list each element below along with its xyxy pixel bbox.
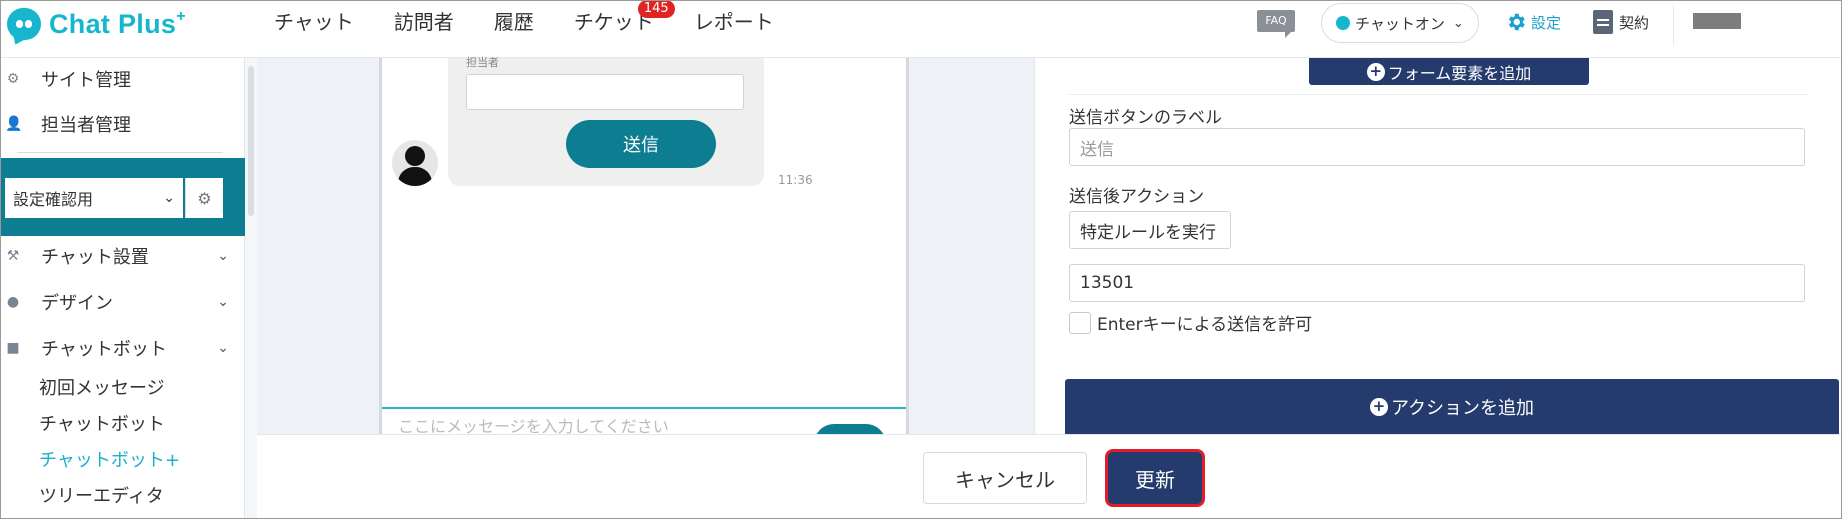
chevron-down-icon: ⌄ <box>217 248 229 264</box>
after-send-action-select[interactable]: 特定ルールを実行 <box>1069 211 1231 249</box>
top-header: Chat Plus+ チャット 訪問者 履歴 チケット 145 レポート FAQ … <box>1 1 1841 58</box>
sidebar-item-staff-management[interactable]: 👤 担当者管理 <box>1 104 241 144</box>
palette-icon: ● <box>6 294 20 310</box>
after-send-action-title: 送信後アクション <box>1069 187 1205 207</box>
sidebar-subitem-chatbot[interactable]: チャットボット <box>39 410 165 436</box>
avatar <box>392 140 438 186</box>
logo[interactable]: Chat Plus+ <box>7 7 186 41</box>
cancel-button[interactable]: キャンセル <box>923 452 1087 504</box>
send-button-label-title: 送信ボタンのラベル <box>1069 108 1222 128</box>
sidebar-item-site-management[interactable]: ⚙ サイト管理 <box>1 59 241 99</box>
logo-text: Chat Plus+ <box>49 8 186 39</box>
rule-id-input[interactable]: 13501 <box>1069 264 1805 302</box>
send-button-label-input[interactable]: 送信 <box>1069 128 1805 166</box>
chevron-down-icon: ⌄ <box>163 190 175 206</box>
sidebar-divider <box>17 152 223 153</box>
header-divider <box>1673 5 1674 45</box>
app-window: Chat Plus+ チャット 訪問者 履歴 チケット 145 レポート FAQ … <box>0 0 1842 519</box>
user-account-menu[interactable] <box>1693 13 1741 29</box>
sidebar-item-design[interactable]: ● デザイン ⌄ <box>1 282 241 322</box>
plus-icon: + <box>1369 397 1388 416</box>
gear-icon <box>1508 13 1525 31</box>
site-settings-gear-icon[interactable]: ⚙ <box>185 178 223 218</box>
sidebar-item-chat-install[interactable]: ⚒ チャット設置 ⌄ <box>1 236 241 276</box>
preview-send-button[interactable]: 送信 <box>566 120 716 168</box>
footer-bar: キャンセル 更新 <box>257 434 1841 518</box>
main-nav: チャット 訪問者 履歴 チケット 145 レポート <box>274 1 814 36</box>
document-icon <box>1593 10 1613 34</box>
field-label: 担当者 <box>466 56 499 69</box>
sidebar-scrollbar[interactable] <box>245 58 257 518</box>
sidebar-item-chatbot[interactable]: ■ チャットボット ⌄ <box>1 328 241 368</box>
faq-icon[interactable]: FAQ <box>1257 10 1295 38</box>
plus-icon: + <box>1366 62 1385 81</box>
chat-status-select[interactable]: チャットオン ⌄ <box>1321 3 1479 43</box>
chevron-down-icon: ⌄ <box>217 340 229 356</box>
chevron-down-icon: ⌄ <box>217 294 229 310</box>
site-selector-band: 設定確認用 ⌄ ⚙ <box>1 158 245 236</box>
sidebar-subitem-tree-editor[interactable]: ツリーエディタ <box>39 482 164 508</box>
ticket-count-badge: 145 <box>637 1 675 18</box>
form-divider <box>1069 94 1809 95</box>
sidebar-subitem-first-message[interactable]: 初回メッセージ <box>39 374 165 400</box>
enter-key-option[interactable]: Enterキーによる送信を許可 <box>1069 310 1312 335</box>
tools-icon: ⚒ <box>6 248 20 264</box>
scrollbar-thumb[interactable] <box>248 66 254 216</box>
settings-link[interactable]: 設定 <box>1505 11 1561 33</box>
settings-form-panel: + フォーム要素を追加 送信ボタンのラベル 送信 送信後アクション 特定ルールを… <box>1034 58 1841 434</box>
logo-bubble-icon <box>7 8 41 40</box>
nav-visitors[interactable]: 訪問者 <box>394 8 454 36</box>
form-message-bubble: 担当者 送信 <box>448 56 764 186</box>
gear-icon: ⚙ <box>6 71 20 87</box>
chevron-down-icon: ⌄ <box>1452 15 1464 31</box>
nav-reports[interactable]: レポート <box>694 8 774 36</box>
chat-icon: ■ <box>6 340 20 356</box>
message-time: 11:36 <box>778 173 813 187</box>
sidebar: ⚙ サイト管理 👤 担当者管理 設定確認用 ⌄ ⚙ ⚒ チャット設置 ⌄ ● デ… <box>1 58 245 518</box>
main-content: 担当者 送信 11:36 ここにメッセージを入力してください + フォーム要素を… <box>257 56 1841 518</box>
update-button[interactable]: 更新 <box>1105 449 1205 507</box>
contract-link[interactable]: 契約 <box>1593 10 1649 34</box>
chat-preview-window: 担当者 送信 11:36 ここにメッセージを入力してください <box>379 56 909 444</box>
add-action-button[interactable]: + アクションを追加 <box>1065 379 1839 434</box>
preview-column: 担当者 送信 11:36 ここにメッセージを入力してください <box>257 56 1034 444</box>
site-select[interactable]: 設定確認用 ⌄ <box>5 178 183 218</box>
sidebar-subitem-chatbot-plus[interactable]: チャットボット+ <box>39 446 180 472</box>
enter-key-checkbox[interactable] <box>1069 311 1091 334</box>
nav-tickets[interactable]: チケット 145 <box>574 1 675 36</box>
user-gear-icon: 👤 <box>5 116 23 132</box>
add-form-element-button[interactable]: + フォーム要素を追加 <box>1309 58 1589 85</box>
status-dot-icon <box>1336 16 1350 30</box>
nav-chat[interactable]: チャット <box>274 8 354 36</box>
preview-form-input[interactable] <box>466 74 744 110</box>
nav-history[interactable]: 履歴 <box>494 8 534 36</box>
